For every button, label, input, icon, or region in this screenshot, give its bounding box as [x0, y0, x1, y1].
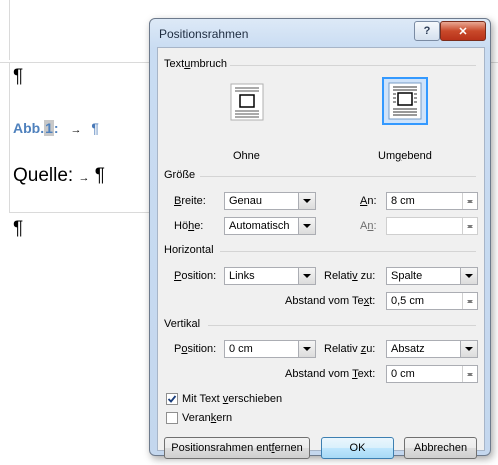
h-relative-label: Relativ zu:: [324, 270, 376, 282]
spinner-arrows[interactable]: [462, 218, 477, 234]
dialog-titlebar[interactable]: Positionsrahmen ? ✕: [150, 19, 490, 47]
chevron-down-icon[interactable]: [298, 193, 315, 209]
frame-dialog: Positionsrahmen ? ✕ Textumbruch Ohne Umg…: [149, 18, 491, 459]
h-position-value: Links: [229, 270, 255, 282]
h-distance-spinner[interactable]: 0,5 cm: [386, 292, 478, 310]
width-at-value: 8 cm: [391, 195, 415, 207]
close-icon: ✕: [458, 25, 468, 38]
group-label-vertikal: Vertikal: [164, 318, 201, 330]
group-label-textumbruch: Textumbruch: [164, 58, 227, 70]
h-relative-dropdown[interactable]: Spalte: [386, 267, 478, 285]
group-divider: [220, 251, 476, 252]
group-label-horizontal: Horizontal: [164, 244, 214, 256]
width-label: Breite:: [174, 195, 206, 207]
spin-down-icon: [467, 299, 473, 311]
anchor-checkbox[interactable]: [166, 412, 178, 424]
spinner-arrows[interactable]: [462, 366, 477, 382]
height-label: Höhe:: [174, 220, 204, 232]
v-distance-value: 0 cm: [391, 368, 415, 380]
height-at-label: An:: [360, 220, 377, 232]
remove-frame-button[interactable]: Positionsrahmen ent f ernen: [164, 437, 310, 459]
close-button[interactable]: ✕: [440, 21, 486, 41]
dialog-body: Textumbruch Ohne Umgebend Größe Breite: …: [157, 47, 485, 459]
table-border-bottom: [9, 212, 150, 213]
wrap-none-option[interactable]: [226, 80, 268, 124]
spin-down-icon: [467, 199, 473, 211]
table-border-left: [9, 62, 10, 212]
table-border-top: [0, 62, 150, 63]
figure-caption[interactable]: Abb.1: → ¶: [13, 120, 99, 136]
checkmark-icon: [167, 395, 177, 403]
chevron-down-icon[interactable]: [460, 268, 477, 284]
h-position-label: Position:: [174, 270, 217, 282]
height-at-spinner[interactable]: [386, 217, 478, 235]
wrap-around-icon: [388, 82, 422, 120]
spinner-arrows[interactable]: [462, 293, 477, 309]
spin-down-icon: [467, 372, 473, 384]
chevron-down-icon[interactable]: [298, 341, 315, 357]
dialog-title: Positionsrahmen: [159, 27, 249, 41]
source-pilcrow: ¶: [94, 165, 105, 186]
h-relative-value: Spalte: [391, 270, 423, 282]
spinner-arrows[interactable]: [462, 193, 477, 209]
pilcrow-1: ¶: [13, 66, 24, 87]
caption-number-field[interactable]: 1: [44, 120, 54, 136]
width-value: Genau: [229, 195, 263, 207]
help-button[interactable]: ?: [414, 21, 440, 41]
caption-colon: :: [53, 120, 59, 136]
wrap-around-option[interactable]: [382, 77, 428, 125]
v-position-label: Position:: [174, 343, 217, 355]
v-position-value: 0 cm: [229, 343, 253, 355]
tab-arrow-icon: →: [70, 124, 82, 136]
source-label: Quelle:: [13, 165, 74, 186]
pilcrow-2: ¶: [13, 218, 24, 239]
group-label-groesse: Größe: [164, 169, 196, 181]
group-divider: [200, 176, 476, 177]
wrap-none-icon: [230, 83, 264, 121]
move-with-text-label[interactable]: Mit Text verschieben: [182, 393, 282, 405]
move-with-text-checkbox[interactable]: [166, 393, 178, 405]
height-dropdown[interactable]: Automatisch: [224, 217, 316, 235]
wrap-none-label: Ohne: [233, 150, 260, 162]
width-at-label: An:: [360, 195, 377, 207]
caption-pilcrow: ¶: [91, 120, 99, 136]
cancel-button[interactable]: Abbrechen: [404, 437, 477, 459]
wrap-around-label: Umgebend: [378, 150, 432, 162]
v-distance-spinner[interactable]: 0 cm: [386, 365, 478, 383]
ok-button[interactable]: OK: [321, 437, 394, 459]
table-border-left-upper: [9, 0, 10, 60]
chevron-down-icon[interactable]: [298, 218, 315, 234]
anchor-label[interactable]: Verankern: [182, 412, 232, 424]
tab-arrow-icon: →: [78, 172, 90, 184]
h-distance-label: Abstand vom Text:: [285, 295, 376, 307]
group-divider: [230, 65, 476, 66]
h-position-dropdown[interactable]: Links: [224, 267, 316, 285]
chevron-down-icon[interactable]: [298, 268, 315, 284]
height-value: Automatisch: [229, 220, 290, 232]
chevron-down-icon[interactable]: [460, 341, 477, 357]
spin-down-icon: [467, 224, 473, 236]
v-relative-value: Absatz: [391, 343, 425, 355]
v-position-dropdown[interactable]: 0 cm: [224, 340, 316, 358]
h-distance-value: 0,5 cm: [391, 295, 425, 307]
caption-label: Abb.: [13, 120, 45, 136]
width-dropdown[interactable]: Genau: [224, 192, 316, 210]
v-relative-dropdown[interactable]: Absatz: [386, 340, 478, 358]
help-icon: ?: [423, 25, 431, 37]
v-relative-label: Relativ zu:: [324, 343, 376, 355]
group-divider: [208, 325, 476, 326]
v-distance-label: Abstand vom Text:: [285, 368, 376, 380]
width-at-spinner[interactable]: 8 cm: [386, 192, 478, 210]
source-line[interactable]: Quelle: → ¶: [13, 165, 105, 187]
